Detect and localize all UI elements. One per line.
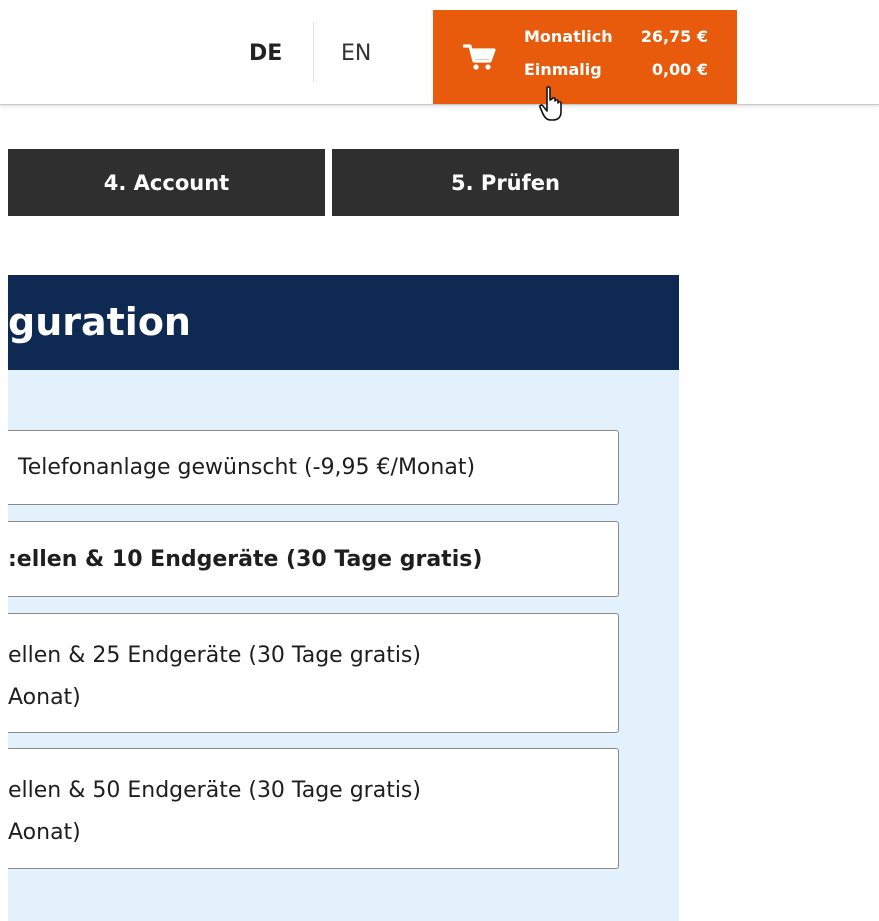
shopping-cart-icon (463, 44, 496, 70)
cart-monthly-label: Monatlich (524, 27, 613, 46)
panel-title: guration (8, 300, 191, 344)
panel-header: guration (8, 275, 679, 370)
cart-once-label: Einmalig (524, 60, 602, 79)
cart-summary-button[interactable]: Monatlich 26,75 € Einmalig 0,00 € (433, 10, 737, 104)
cart-once-value: 0,00 € (651, 60, 708, 79)
configuration-panel: guration Telefonanlage gewünscht (-9,95 … (8, 275, 679, 921)
cart-once-row: Einmalig 0,00 € (524, 60, 708, 80)
step-5-review-tab[interactable]: 5. Prüfen (332, 149, 679, 216)
option-10-devices[interactable]: :ellen & 10 Endgeräte (30 Tage gratis) (8, 521, 619, 597)
option-25-devices[interactable]: ellen & 25 Endgeräte (30 Tage gratis) Ao… (8, 613, 619, 733)
option-label: Telefonanlage gewünscht (-9,95 €/Monat) (18, 455, 476, 480)
top-header: DE EN Monatlich 26,75 € Einmalig 0,00 € (0, 0, 879, 105)
option-label: ellen & 50 Endgeräte (30 Tage gratis) (8, 778, 421, 803)
step-4-account-tab[interactable]: 4. Account (8, 149, 325, 216)
option-no-phone-system[interactable]: Telefonanlage gewünscht (-9,95 €/Monat) (8, 430, 619, 505)
cart-monthly-value: 26,75 € (640, 27, 708, 46)
language-divider (313, 22, 314, 82)
option-label: ellen & 25 Endgeräte (30 Tage gratis) (8, 643, 421, 668)
option-price-label: Aonat) (8, 685, 81, 710)
option-price-label: Aonat) (8, 820, 81, 845)
language-de-link[interactable]: DE (249, 40, 282, 68)
hand-pointer-cursor-icon (539, 86, 562, 121)
language-en-link[interactable]: EN (341, 40, 371, 68)
option-label: :ellen & 10 Endgeräte (30 Tage gratis) (8, 547, 483, 572)
cart-monthly-row: Monatlich 26,75 € (524, 27, 708, 47)
option-50-devices[interactable]: ellen & 50 Endgeräte (30 Tage gratis) Ao… (8, 748, 619, 869)
